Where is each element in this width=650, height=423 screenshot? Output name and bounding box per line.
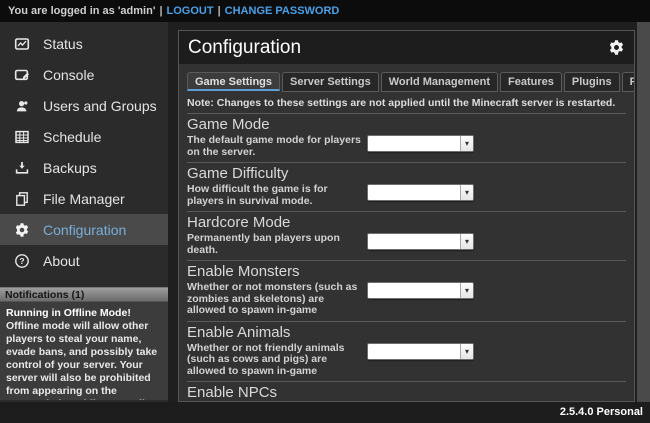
select-value [368, 344, 460, 359]
setting-title: Hardcore Mode [187, 215, 626, 231]
select-value [368, 234, 460, 249]
setting-section-game-mode: Game Mode The default game mode for playe… [187, 114, 626, 163]
configuration-icon [13, 221, 30, 238]
tab-features[interactable]: Features [500, 72, 562, 92]
game-difficulty-select[interactable]: ▾ [367, 184, 474, 201]
sidebar: Status Console Users and Groups Schedule Bac… [0, 22, 168, 402]
separator: | [218, 5, 221, 17]
setting-title: Game Difficulty [187, 166, 626, 182]
sidebar-menu: Status Console Users and Groups Schedule Bac… [0, 22, 168, 276]
game-mode-select[interactable]: ▾ [367, 135, 474, 152]
panel-header: Configuration [179, 31, 634, 64]
dropdown-arrow-icon: ▾ [460, 344, 473, 359]
sidebar-item-status[interactable]: Status [0, 28, 168, 59]
sidebar-item-label: Backups [43, 160, 97, 176]
sidebar-item-console[interactable]: Console [0, 59, 168, 90]
sidebar-item-file-manager[interactable]: File Manager [0, 183, 168, 214]
sidebar-item-label: File Manager [43, 191, 125, 207]
setting-description: Whether or not monsters (such as zombies… [187, 282, 361, 317]
scrollbar-track[interactable] [637, 22, 650, 402]
tab-preferences[interactable]: Preferences [622, 72, 635, 92]
setting-section-hardcore-mode: Hardcore Mode Permanently ban players upo… [187, 212, 626, 261]
about-icon: ? [13, 252, 30, 269]
hardcore-mode-select[interactable]: ▾ [367, 233, 474, 250]
backups-icon [13, 159, 30, 176]
sidebar-item-label: About [43, 253, 80, 269]
setting-section-enable-monsters: Enable Monsters Whether or not monsters (… [187, 261, 626, 322]
notifications-panel: Notifications (1) Running in Offline Mod… [0, 287, 168, 400]
footer-bar: 2.5.4.0 Personal [0, 402, 650, 423]
dropdown-arrow-icon: ▾ [460, 185, 473, 200]
tab-world-management[interactable]: World Management [381, 72, 498, 92]
notifications-header: Notifications (1) [0, 287, 168, 302]
dropdown-arrow-icon: ▾ [460, 283, 473, 298]
setting-title: Enable Animals [187, 325, 626, 341]
enable-animals-select[interactable]: ▾ [367, 343, 474, 360]
sidebar-item-users-and-groups[interactable]: Users and Groups [0, 90, 168, 121]
file-manager-icon [13, 190, 30, 207]
select-value [368, 136, 460, 151]
note-text: Note: Changes to these settings are not … [187, 95, 626, 114]
dropdown-arrow-icon: ▾ [460, 234, 473, 249]
dropdown-arrow-icon: ▾ [460, 136, 473, 151]
notification-text: Offline mode will allow other players to… [6, 320, 162, 400]
notifications-body: Running in Offline Mode! Offline mode wi… [0, 302, 168, 400]
status-icon [13, 35, 30, 52]
setting-section-enable-npcs: Enable NPCsWhether or not friendly mobs … [187, 382, 626, 402]
page-title: Configuration [188, 37, 608, 59]
setting-description: Whether or not friendly animals (such as… [187, 343, 361, 378]
logout-link[interactable]: LOGOUT [167, 5, 214, 17]
settings-list: Game Mode The default game mode for playe… [179, 114, 634, 402]
configuration-panel: Configuration Game SettingsServer Settin… [178, 30, 635, 402]
users-icon [13, 97, 30, 114]
select-value [368, 185, 460, 200]
schedule-icon [13, 128, 30, 145]
tab-plugins[interactable]: Plugins [564, 72, 620, 92]
setting-section-enable-animals: Enable Animals Whether or not friendly an… [187, 322, 626, 383]
sidebar-item-label: Console [43, 67, 94, 83]
setting-title: Enable Monsters [187, 264, 626, 280]
select-value [368, 283, 460, 298]
notification-title: Running in Offline Mode! [6, 307, 162, 320]
sidebar-item-configuration[interactable]: Configuration [0, 214, 168, 245]
tab-server-settings[interactable]: Server Settings [282, 72, 379, 92]
setting-description: The default game mode for players on the… [187, 135, 361, 158]
setting-section-game-difficulty: Game Difficulty How difficult the game is… [187, 163, 626, 212]
sidebar-item-backups[interactable]: Backups [0, 152, 168, 183]
logged-in-text: You are logged in as 'admin' [8, 5, 155, 17]
separator: | [159, 5, 162, 17]
sidebar-item-label: Users and Groups [43, 98, 157, 114]
tab-game-settings[interactable]: Game Settings [187, 72, 280, 91]
tab-bar: Game SettingsServer SettingsWorld Manage… [187, 72, 626, 92]
console-icon [13, 66, 30, 83]
sidebar-item-about[interactable]: ? About [0, 245, 168, 276]
setting-description: Permanently ban players upon death. [187, 233, 361, 256]
gear-icon[interactable] [608, 39, 625, 56]
setting-title: Game Mode [187, 117, 626, 133]
sidebar-item-label: Status [43, 36, 83, 52]
sidebar-item-schedule[interactable]: Schedule [0, 121, 168, 152]
topbar: You are logged in as 'admin' | LOGOUT | CHAN… [0, 0, 650, 22]
setting-title: Enable NPCs [187, 385, 626, 401]
version-label: 2.5.4.0 Personal [560, 406, 643, 418]
change-password-link[interactable]: CHANGE PASSWORD [225, 5, 340, 17]
svg-text:?: ? [19, 256, 24, 266]
setting-description: How difficult the game is for players in… [187, 184, 361, 207]
sidebar-item-label: Configuration [43, 222, 126, 238]
sidebar-item-label: Schedule [43, 129, 101, 145]
enable-monsters-select[interactable]: ▾ [367, 282, 474, 299]
